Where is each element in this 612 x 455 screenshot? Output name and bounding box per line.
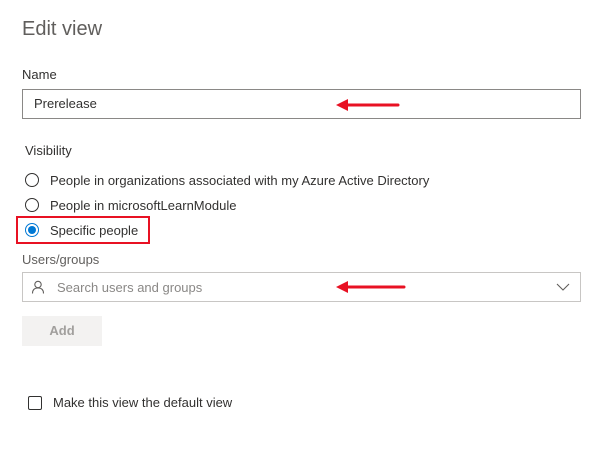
radio-button[interactable] — [25, 173, 39, 187]
users-groups-label: Users/groups — [22, 252, 100, 267]
name-input[interactable]: Prerelease — [22, 89, 581, 119]
radio-option-label: People in microsoftLearnModule — [50, 197, 237, 213]
arrow-annotation-search — [336, 281, 406, 293]
chevron-down-icon[interactable] — [556, 281, 570, 293]
radio-button[interactable] — [25, 198, 39, 212]
users-groups-search[interactable]: Search users and groups — [22, 272, 581, 302]
default-view-label: Make this view the default view — [53, 395, 233, 410]
page-title: Edit view — [22, 18, 103, 40]
arrow-annotation-name — [336, 99, 400, 111]
search-placeholder: Search users and groups — [57, 279, 203, 295]
default-view-checkbox-row[interactable]: Make this view the default view — [28, 395, 232, 410]
visibility-label: Visibility — [25, 143, 72, 158]
highlight-box-annotation — [16, 216, 150, 244]
default-view-checkbox[interactable] — [28, 395, 42, 410]
add-button[interactable]: Add — [22, 316, 102, 346]
radio-option-microsoft-learn-module[interactable]: People in microsoftLearnModule — [25, 195, 236, 215]
radio-option-azure-ad[interactable]: People in organizations associated with … — [25, 170, 429, 190]
person-icon — [31, 280, 45, 294]
name-label: Name — [22, 67, 57, 82]
radio-option-label: People in organizations associated with … — [50, 172, 430, 188]
